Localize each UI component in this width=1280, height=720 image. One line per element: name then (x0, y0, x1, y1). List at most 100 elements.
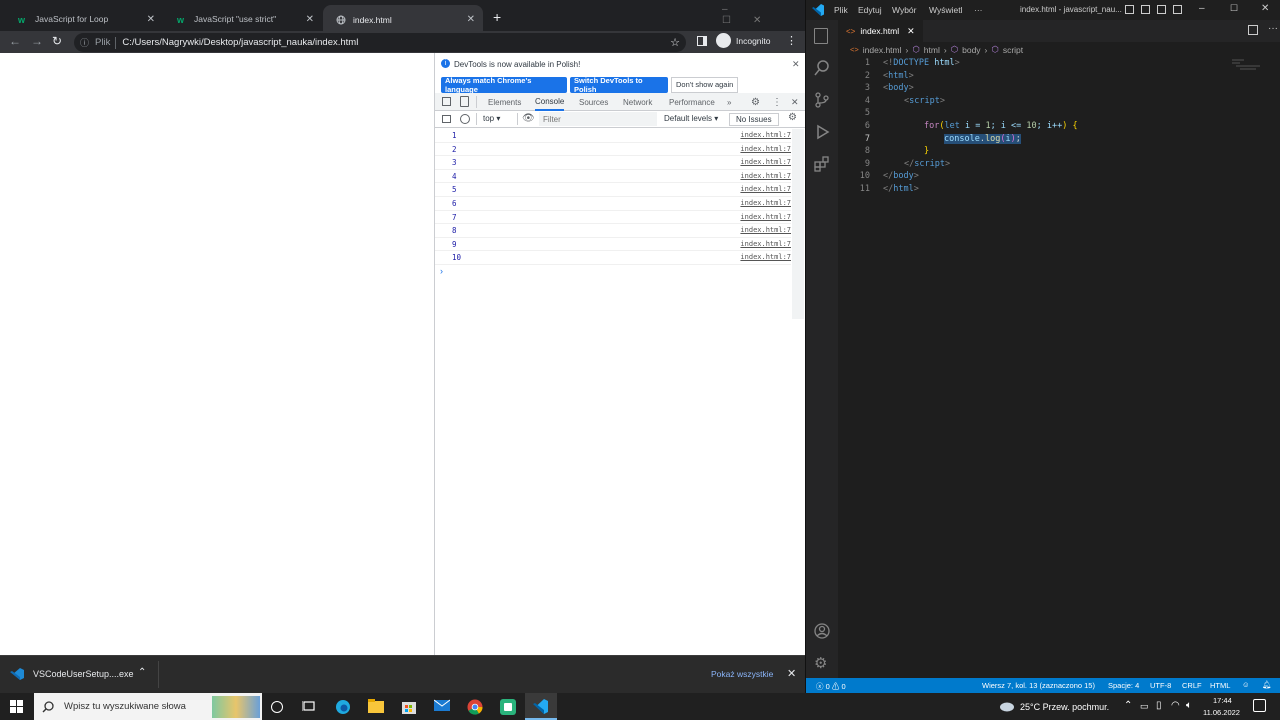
breadcrumb-item[interactable]: index.html (863, 45, 902, 55)
notifications-icon[interactable] (1253, 699, 1266, 712)
tab-console[interactable]: Console (535, 93, 565, 111)
clock-date[interactable]: 11.06.2022 (1203, 708, 1240, 717)
reload-icon[interactable]: ↻ (52, 34, 62, 48)
mail-icon[interactable] (434, 699, 450, 714)
green-app-icon[interactable] (500, 699, 516, 715)
windows-start-icon[interactable] (10, 700, 23, 713)
issues-button[interactable]: No Issues (729, 113, 779, 126)
chevron-up-icon[interactable]: ⌃ (138, 667, 146, 678)
editor-tab-index-html[interactable]: <> index.html ✕ (838, 20, 923, 42)
customize-layout-icon[interactable] (1173, 5, 1182, 14)
console-settings-gear-icon[interactable]: ⚙ (788, 112, 797, 123)
log-source-link[interactable]: index.html:7 (740, 253, 791, 261)
kebab-menu-icon[interactable]: ⋮ (772, 93, 782, 111)
cursor-position[interactable]: Wiersz 7, kol. 13 (zaznaczono 15) (982, 681, 1095, 690)
more-tabs-icon[interactable]: » (727, 93, 731, 111)
tab-performance[interactable]: Performance (669, 93, 715, 111)
browser-tab-2[interactable]: w JavaScript "use strict" ✕ (164, 7, 322, 31)
settings-gear-icon[interactable]: ⚙ (751, 93, 760, 111)
download-file-name[interactable]: VSCodeUserSetup....exe (33, 669, 134, 679)
vscode-taskbar-button[interactable] (525, 693, 557, 720)
bookmark-star-icon[interactable]: ☆ (670, 36, 680, 49)
close-tab-icon[interactable]: ✕ (467, 14, 475, 25)
accounts-icon[interactable] (814, 623, 830, 639)
browser-tab-3[interactable]: index.html ✕ (323, 5, 483, 34)
file-explorer-icon[interactable] (368, 699, 384, 714)
close-window-icon[interactable]: ✕ (1261, 3, 1269, 14)
menu-view[interactable]: Wyświetl (929, 5, 962, 15)
clock-time[interactable]: 17:44 (1213, 696, 1232, 705)
log-source-link[interactable]: index.html:7 (740, 158, 791, 166)
close-tab-icon[interactable]: ✕ (147, 14, 155, 25)
reading-list-icon[interactable] (697, 36, 707, 46)
store-icon[interactable] (401, 699, 417, 714)
layout-secondary-icon[interactable] (1157, 5, 1166, 14)
breadcrumb-item[interactable]: body (962, 45, 980, 55)
task-view-icon[interactable] (302, 699, 318, 714)
log-source-link[interactable]: index.html:7 (740, 240, 791, 248)
log-source-link[interactable]: index.html:7 (740, 226, 791, 234)
log-source-link[interactable]: index.html:7 (740, 213, 791, 221)
dont-show-again-button[interactable]: Don't show again (671, 77, 739, 93)
line-endings[interactable]: CRLF (1182, 681, 1202, 690)
search-icon[interactable] (814, 60, 830, 76)
log-source-link[interactable]: index.html:7 (740, 172, 791, 180)
explorer-icon[interactable] (814, 28, 828, 44)
close-tab-icon[interactable]: ✕ (306, 14, 314, 25)
menu-more[interactable]: ··· (974, 5, 983, 15)
inspect-element-icon[interactable] (442, 97, 451, 106)
language-mode[interactable]: HTML (1210, 681, 1230, 690)
tab-elements[interactable]: Elements (488, 93, 521, 111)
match-language-button[interactable]: Always match Chrome's language (441, 76, 567, 94)
menu-selection[interactable]: Wybór (892, 5, 916, 15)
close-editor-icon[interactable]: ✕ (907, 26, 915, 37)
chrome-menu-icon[interactable]: ⋮ (786, 34, 797, 47)
minimize-icon[interactable]: – (1199, 3, 1205, 14)
breadcrumb-item[interactable]: html (924, 45, 940, 55)
network-icon[interactable]: ▭ (1140, 701, 1149, 712)
layout-panel-icon[interactable] (1141, 5, 1150, 14)
close-infobar-icon[interactable]: ✕ (792, 59, 800, 70)
log-source-link[interactable]: index.html:7 (740, 185, 791, 193)
extensions-icon[interactable] (814, 156, 830, 172)
breadcrumb-item[interactable]: script (1003, 45, 1023, 55)
log-source-link[interactable]: index.html:7 (740, 199, 791, 207)
tab-network[interactable]: Network (623, 93, 652, 111)
encoding[interactable]: UTF-8 (1150, 681, 1171, 690)
cortana-icon[interactable] (271, 701, 283, 713)
back-icon[interactable]: ← (9, 34, 21, 48)
notifications-bell-icon[interactable]: 🔔︎ (1262, 680, 1272, 689)
console-filter-input[interactable] (539, 112, 657, 126)
edge-icon[interactable] (335, 699, 351, 714)
source-control-icon[interactable] (814, 92, 830, 108)
omnibox[interactable]: ⓘ Plik C:/Users/Nagrywki/Desktop/javascr… (74, 33, 686, 52)
log-source-link[interactable]: index.html:7 (740, 131, 791, 139)
window-controls[interactable]: –☐✕ (722, 4, 805, 26)
taskbar-search[interactable]: Wpisz tu wyszukiwane słowa (34, 693, 262, 720)
context-selector[interactable]: top ▾ (483, 114, 500, 123)
log-levels-dropdown[interactable]: Default levels ▾ (664, 114, 718, 123)
weather-text[interactable]: 25°C Przew. pochmur. (1020, 702, 1109, 712)
device-toolbar-icon[interactable] (460, 96, 469, 107)
menu-file[interactable]: Plik (834, 5, 848, 15)
log-source-link[interactable]: index.html:7 (740, 145, 791, 153)
indentation[interactable]: Spacje: 4 (1108, 681, 1139, 690)
chrome-icon[interactable] (467, 699, 483, 715)
switch-language-button[interactable]: Switch DevTools to Polish (570, 76, 668, 94)
problems-indicator[interactable]: ⓧ 0 ⚠ 0 (816, 681, 846, 692)
new-tab-icon[interactable]: + (493, 9, 501, 25)
wifi-icon[interactable]: ◠ (1171, 700, 1180, 711)
sidebar-toggle-icon[interactable] (442, 115, 451, 123)
console-prompt[interactable]: › (440, 266, 443, 276)
manage-gear-icon[interactable]: ⚙ (814, 654, 827, 672)
feedback-icon[interactable]: ☺ (1242, 680, 1250, 689)
menu-edit[interactable]: Edytuj (858, 5, 882, 15)
chevron-up-icon[interactable]: ⌃ (1124, 700, 1132, 711)
minimap[interactable] (1230, 58, 1272, 72)
split-editor-icon[interactable] (1248, 25, 1258, 35)
live-expression-eye-icon[interactable]: 👁 (522, 113, 535, 124)
close-download-bar-icon[interactable]: ✕ (787, 667, 796, 680)
console-scrollbar[interactable] (792, 129, 804, 319)
browser-tab-1[interactable]: w JavaScript for Loop ✕ (5, 7, 163, 31)
battery-icon[interactable]: ▯ (1156, 700, 1162, 711)
